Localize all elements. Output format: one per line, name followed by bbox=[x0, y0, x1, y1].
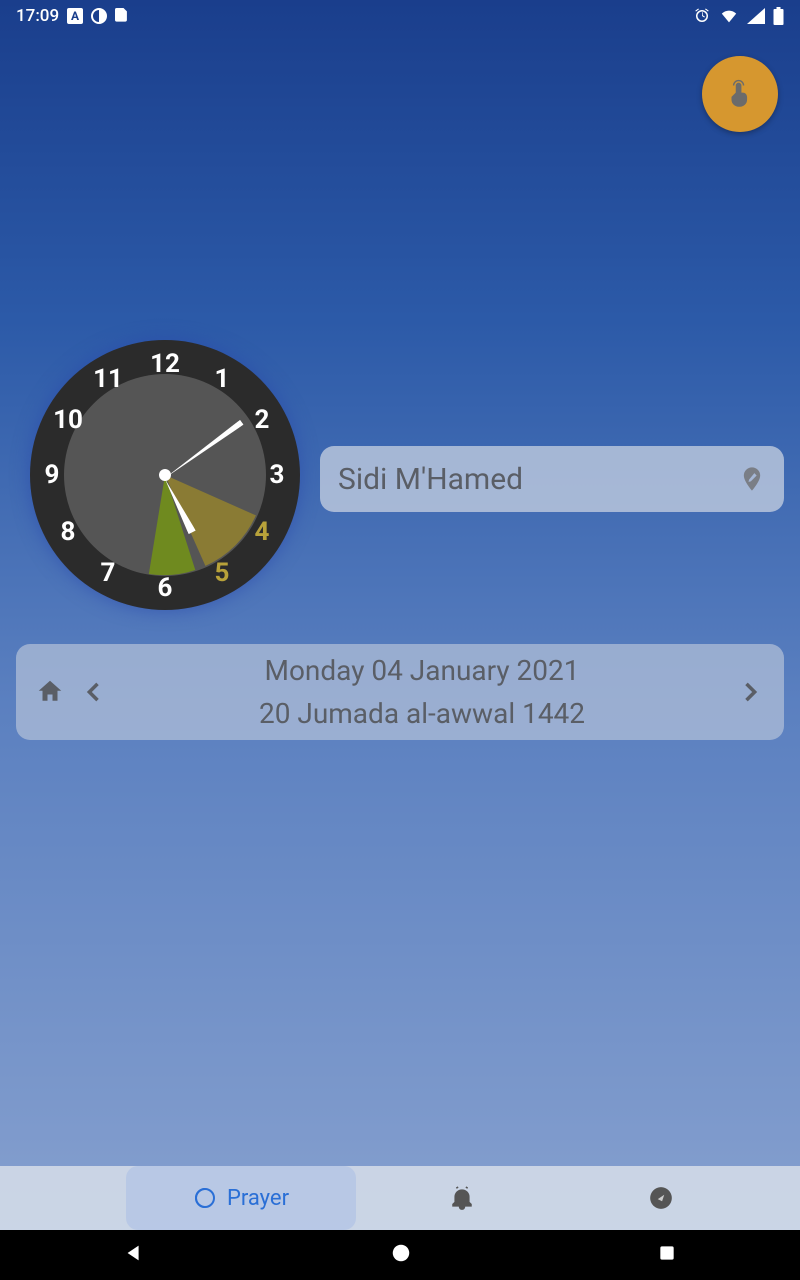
home-system-button[interactable] bbox=[390, 1242, 412, 1268]
home-button[interactable] bbox=[28, 670, 72, 714]
system-nav bbox=[0, 1230, 800, 1280]
home-icon bbox=[35, 677, 65, 707]
status-bar: 17:09 A bbox=[0, 0, 800, 32]
square-recents-icon bbox=[657, 1243, 677, 1263]
touch-icon bbox=[723, 77, 757, 111]
gregorian-date: Monday 04 January 2021 bbox=[116, 649, 728, 692]
circle-home-icon bbox=[390, 1242, 412, 1264]
chevron-right-icon bbox=[736, 678, 764, 706]
battery-icon bbox=[773, 7, 784, 25]
analog-clock: 12 1 2 3 4 5 6 7 8 9 10 11 bbox=[30, 340, 300, 610]
tab-alarm[interactable] bbox=[362, 1166, 561, 1230]
location-selector[interactable]: Sidi M'Hamed bbox=[320, 446, 784, 512]
location-name: Sidi M'Hamed bbox=[338, 462, 523, 497]
recents-button[interactable] bbox=[657, 1243, 677, 1267]
wifi-icon bbox=[719, 8, 739, 24]
signal-icon bbox=[747, 8, 765, 24]
status-time: 17:09 bbox=[16, 6, 59, 26]
compass-icon bbox=[648, 1185, 674, 1211]
next-day-button[interactable] bbox=[728, 670, 772, 714]
bottom-nav: Prayer bbox=[0, 1166, 800, 1230]
hijri-date: 20 Jumada al-awwal 1442 bbox=[116, 692, 728, 735]
badge-a-icon: A bbox=[67, 8, 83, 24]
prev-day-button[interactable] bbox=[72, 670, 116, 714]
alarm-icon bbox=[693, 7, 711, 25]
date-navigator: Monday 04 January 2021 20 Jumada al-awwa… bbox=[16, 644, 784, 740]
bell-icon bbox=[449, 1185, 475, 1211]
touch-fab[interactable] bbox=[702, 56, 778, 132]
tab-prayer[interactable]: Prayer bbox=[126, 1166, 356, 1230]
chevron-left-icon bbox=[80, 678, 108, 706]
triangle-back-icon bbox=[123, 1242, 145, 1264]
sd-card-icon bbox=[115, 8, 129, 24]
edit-location-icon bbox=[738, 465, 766, 493]
back-button[interactable] bbox=[123, 1242, 145, 1268]
circle-icon bbox=[91, 8, 107, 24]
tab-compass[interactable] bbox=[561, 1166, 760, 1230]
moon-icon bbox=[193, 1186, 217, 1210]
svg-text:A: A bbox=[71, 9, 80, 23]
tab-label: Prayer bbox=[227, 1186, 289, 1211]
